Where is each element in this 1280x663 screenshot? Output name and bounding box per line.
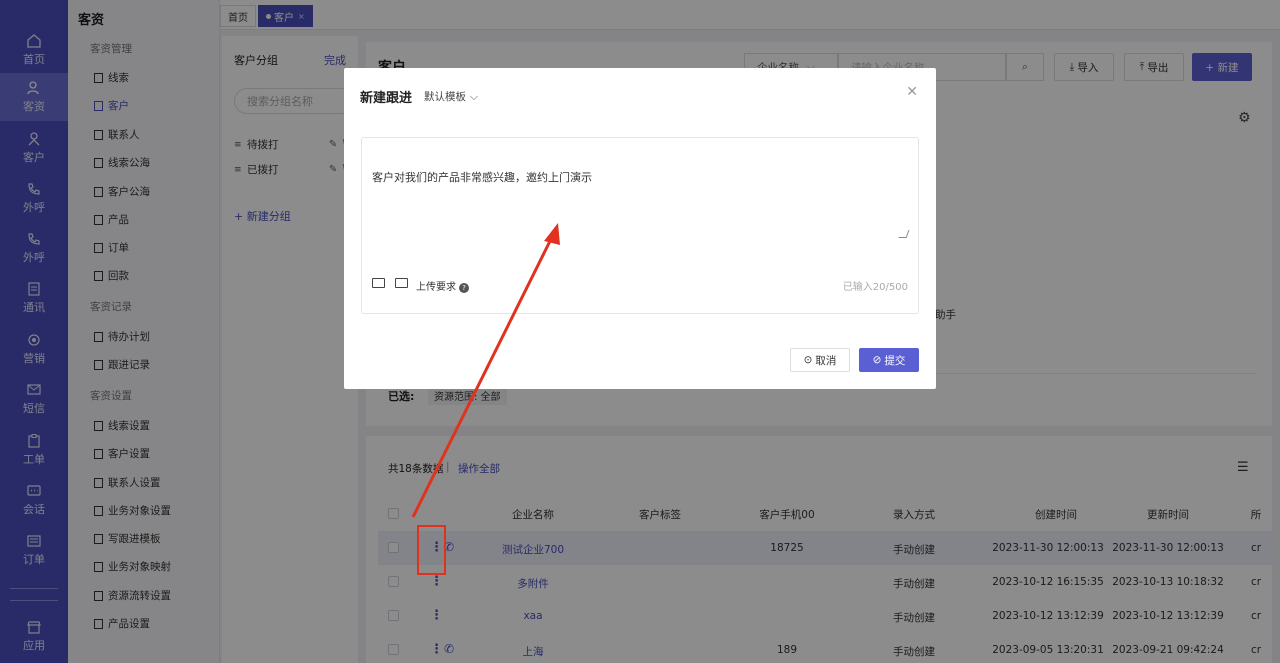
annotation-arrow: [411, 223, 560, 518]
